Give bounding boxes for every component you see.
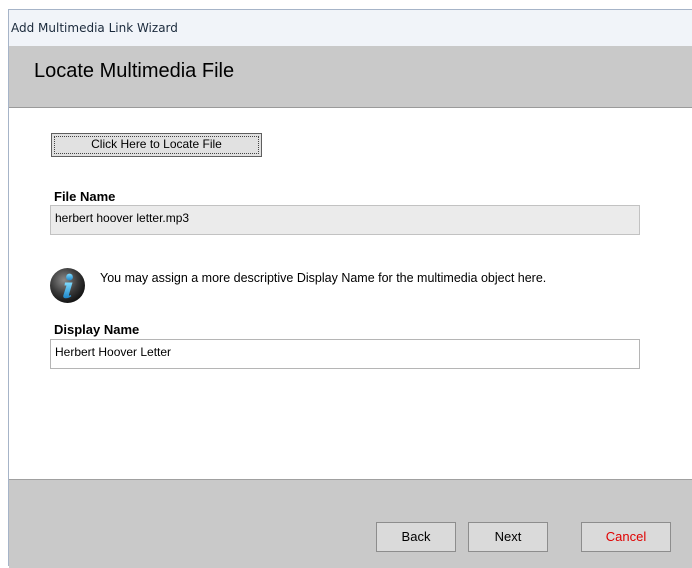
wizard-content: Click Here to Locate File File Name herb… — [9, 108, 692, 477]
cancel-button[interactable]: Cancel — [581, 522, 671, 552]
file-name-label: File Name — [54, 189, 116, 204]
wizard-window: Add Multimedia Link Wizard Locate Multim… — [8, 9, 692, 568]
info-icon — [50, 268, 85, 303]
locate-file-button[interactable]: Click Here to Locate File — [51, 133, 262, 157]
back-button[interactable]: Back — [376, 522, 456, 552]
file-name-field: herbert hoover letter.mp3 — [50, 205, 640, 235]
title-bar: Add Multimedia Link Wizard — [9, 10, 692, 46]
next-button[interactable]: Next — [468, 522, 548, 552]
display-name-input[interactable]: Herbert Hoover Letter — [50, 339, 640, 369]
page-title: Locate Multimedia File — [34, 60, 235, 82]
info-message: You may assign a more descriptive Displa… — [100, 271, 547, 285]
wizard-footer: Back Next Cancel — [9, 479, 692, 568]
display-name-label: Display Name — [54, 322, 140, 337]
wizard-header: Locate Multimedia File — [9, 46, 692, 108]
window-title: Add Multimedia Link Wizard — [11, 21, 178, 35]
